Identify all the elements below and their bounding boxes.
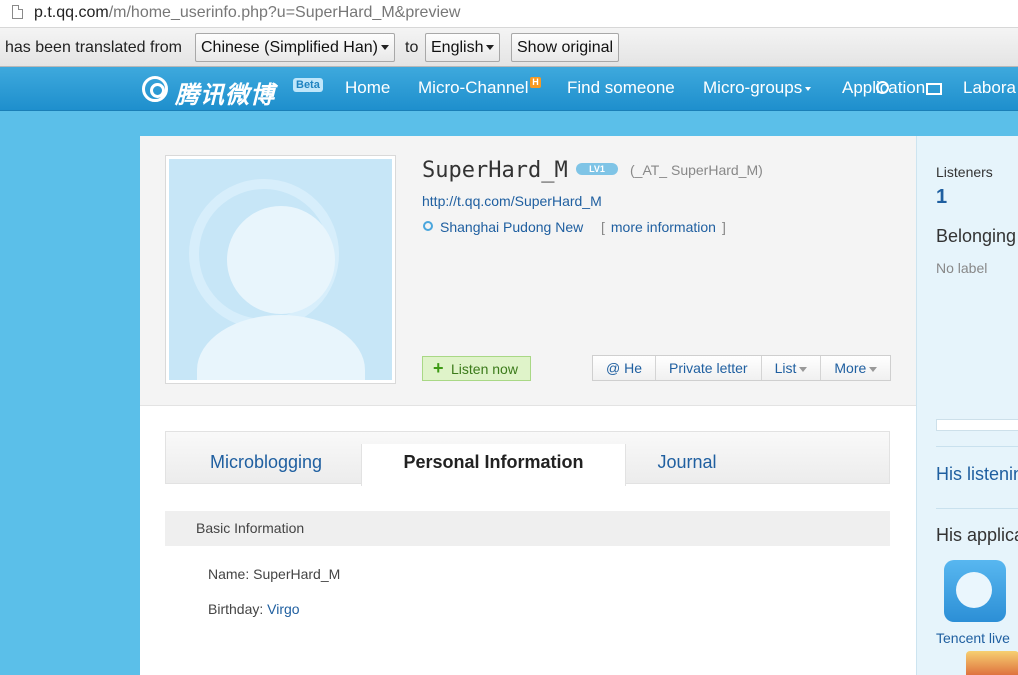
his-applications-heading: His applica <box>936 525 1018 545</box>
private-letter-button[interactable]: Private letter <box>656 356 762 380</box>
weibo-logo-icon[interactable] <box>142 76 168 102</box>
chevron-down-icon <box>486 45 495 51</box>
tencent-live-app-link[interactable]: Tencent live <box>936 630 1010 646</box>
url-text[interactable]: p.t.qq.com/m/home_userinfo.php?u=SuperHa… <box>34 4 460 22</box>
beta-badge: Beta <box>293 78 323 92</box>
chevron-down-icon <box>380 45 389 51</box>
belonging-label: Belonging <box>936 226 1017 246</box>
nav-micro-groups[interactable]: Micro-groups <box>703 78 812 98</box>
address-bar[interactable]: p.t.qq.com/m/home_userinfo.php?u=SuperHa… <box>0 0 1018 28</box>
mail-icon[interactable] <box>926 83 942 95</box>
show-original-button[interactable]: Show original <box>511 33 620 62</box>
page-icon <box>12 5 23 19</box>
sidebar-bar <box>936 419 1018 431</box>
tab-journal[interactable]: Journal <box>656 432 718 485</box>
default-avatar-icon <box>169 159 392 380</box>
right-sidebar: Listeners 1 Belonging No label His liste… <box>916 136 1018 675</box>
basic-information-heading: Basic Information <box>165 511 890 546</box>
male-gender-icon <box>423 221 433 231</box>
more-dropdown-button[interactable]: More <box>821 356 890 380</box>
profile-tabs: Microblogging Personal Information Journ… <box>165 431 890 486</box>
profile-handle: (_AT_ SuperHard_M) <box>630 162 763 178</box>
to-label: to <box>405 39 419 56</box>
site-nav: 腾讯微博 Beta Home Micro-Channel H Find some… <box>0 67 1018 111</box>
name-field: Name: SuperHard_M <box>208 566 341 582</box>
chevron-down-icon <box>799 366 808 372</box>
tab-microblogging[interactable]: Microblogging <box>210 432 322 485</box>
site-logo-text[interactable]: 腾讯微博 <box>175 75 275 110</box>
location-link[interactable]: Shanghai Pudong New <box>440 219 583 235</box>
translated-from-label: has been translated from <box>5 39 182 56</box>
level-badge[interactable]: LV1 <box>576 163 618 175</box>
app-icon[interactable] <box>966 651 1018 675</box>
tencent-live-app-icon[interactable] <box>944 560 1006 622</box>
more-information: [more information] <box>601 219 726 235</box>
search-icon[interactable] <box>876 81 889 94</box>
avatar[interactable] <box>165 155 396 384</box>
translate-bar: has been translated from Chinese (Simpli… <box>0 28 1018 67</box>
hot-badge: H <box>530 77 541 88</box>
mention-button[interactable]: @ He <box>593 356 656 380</box>
target-language-select[interactable]: English <box>425 33 501 62</box>
nav-home[interactable]: Home <box>345 78 390 98</box>
chevron-down-icon <box>869 366 878 372</box>
tab-personal-information[interactable]: Personal Information <box>361 444 626 486</box>
profile-header: SuperHard_M LV1 (_AT_ SuperHard_M) http:… <box>140 136 916 406</box>
name-value: SuperHard_M <box>253 566 341 582</box>
chevron-down-icon <box>805 86 812 91</box>
nav-laboratory[interactable]: Labora <box>963 78 1016 98</box>
listen-now-button[interactable]: + Listen now <box>422 356 531 381</box>
nav-find-someone[interactable]: Find someone <box>567 78 675 98</box>
listeners-label: Listeners <box>936 164 993 180</box>
list-dropdown-button[interactable]: List <box>762 356 822 380</box>
birthday-field: Birthday: Virgo <box>208 601 300 617</box>
main-panel: SuperHard_M LV1 (_AT_ SuperHard_M) http:… <box>140 136 916 675</box>
listeners-count[interactable]: 1 <box>936 186 947 209</box>
no-label-text: No label <box>936 260 988 276</box>
birthday-value-link[interactable]: Virgo <box>267 601 299 617</box>
sidebar-divider <box>936 446 1018 447</box>
plus-icon: + <box>433 358 444 378</box>
nav-micro-channel[interactable]: Micro-Channel <box>418 78 529 98</box>
more-information-link[interactable]: more information <box>611 219 716 235</box>
profile-url-link[interactable]: http://t.qq.com/SuperHard_M <box>422 193 602 209</box>
sidebar-divider <box>936 508 1018 509</box>
his-listening-link[interactable]: His listenin <box>936 464 1018 485</box>
profile-action-group: @ He Private letter List More <box>592 355 892 381</box>
source-language-select[interactable]: Chinese (Simplified Han) <box>195 33 395 62</box>
profile-username: SuperHard_M <box>422 158 568 183</box>
